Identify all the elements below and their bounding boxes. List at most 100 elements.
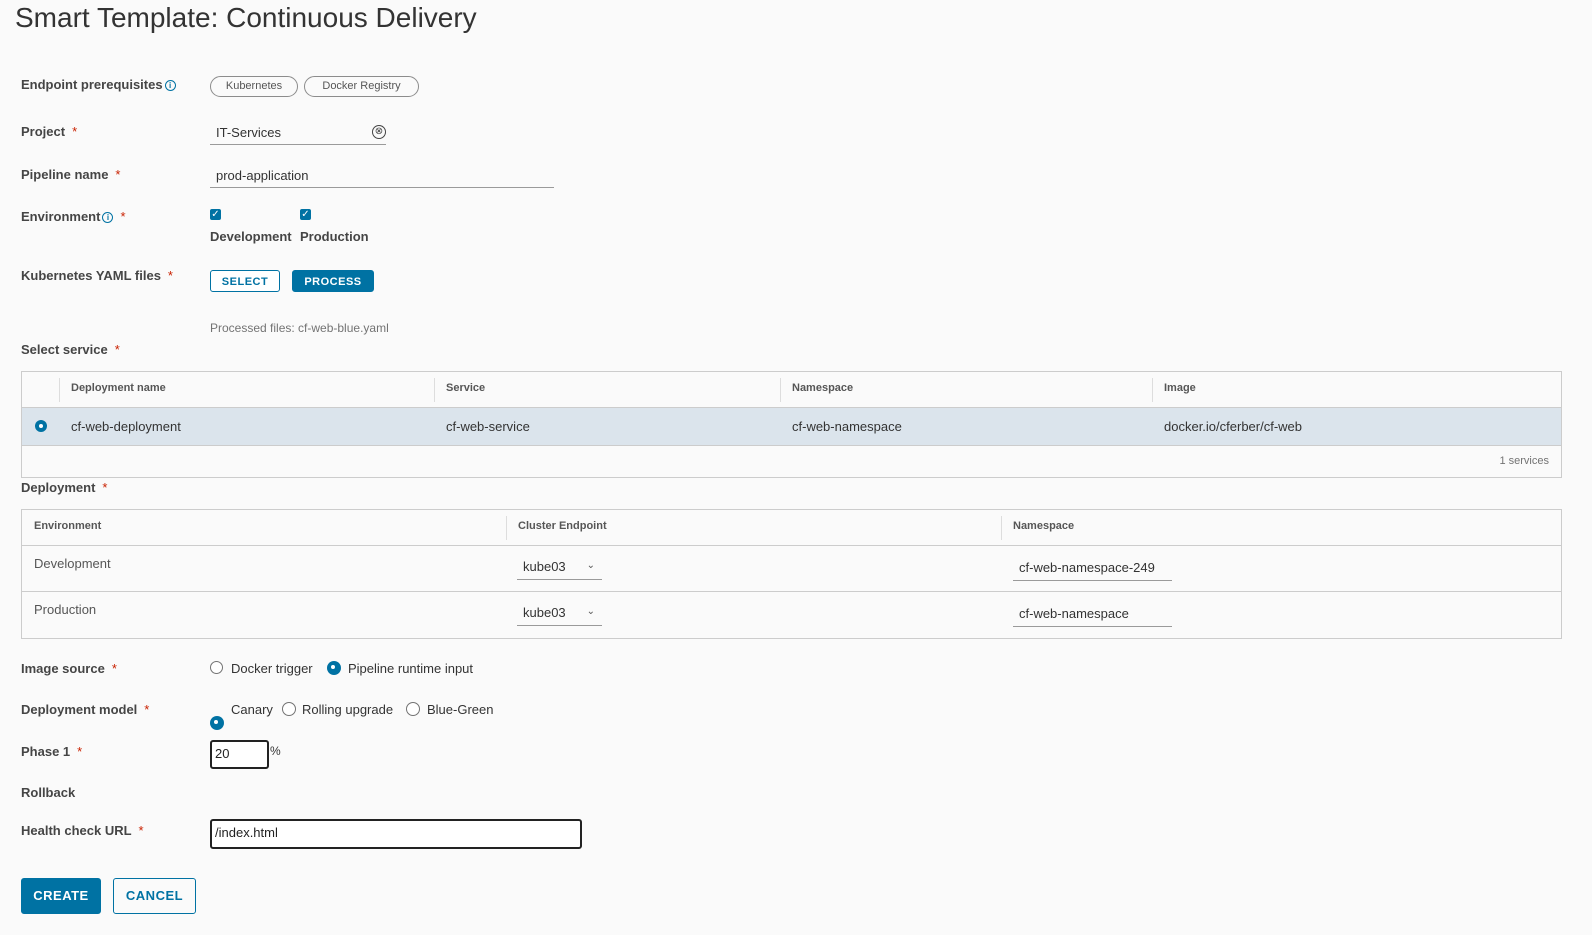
environment-cell: Production <box>34 602 97 617</box>
row-select-radio[interactable] <box>35 420 47 432</box>
pipeline-runtime-input-radio[interactable] <box>327 661 341 675</box>
chevron-down-icon: ⌄ <box>586 560 595 571</box>
column-header-namespace: Namespace <box>1013 520 1075 532</box>
canary-label: Canary <box>231 702 273 717</box>
environment-label-text: Environment <box>21 209 101 224</box>
cluster-endpoint-select[interactable]: kube03 ⌄ <box>517 603 602 626</box>
page-title: Smart Template: Continuous Delivery <box>15 2 477 33</box>
info-icon[interactable]: i <box>102 212 114 224</box>
production-checkbox[interactable]: ✓ <box>300 209 311 220</box>
cluster-endpoint-select[interactable]: kube03 ⌄ <box>517 557 602 580</box>
required-marker: * <box>120 209 126 224</box>
cluster-endpoint-value: kube03 <box>523 605 566 620</box>
select-button[interactable]: SELECT <box>210 270 280 292</box>
process-button[interactable]: PROCESS <box>292 270 374 292</box>
namespace-value: cf-web-namespace-249 <box>1019 560 1155 575</box>
phase1-input[interactable]: 20 <box>210 740 269 769</box>
required-marker: * <box>138 823 144 838</box>
pipeline-name-input[interactable]: prod-application <box>210 164 554 188</box>
endpoint-prerequisites-text: Endpoint prerequisites <box>21 77 163 92</box>
required-marker: * <box>167 268 173 283</box>
required-marker: * <box>77 744 83 759</box>
info-icon[interactable]: i <box>164 80 176 92</box>
namespace-input[interactable]: cf-web-namespace <box>1013 603 1172 627</box>
image-source-label: Image source * <box>21 661 117 676</box>
service-table: Deployment name Service Namespace Image … <box>21 371 1562 478</box>
cluster-endpoint-value: kube03 <box>523 559 566 574</box>
docker-registry-pill: Docker Registry <box>304 76 419 97</box>
rollback-label: Rollback <box>21 785 76 800</box>
column-header-image: Image <box>1164 382 1196 394</box>
namespace-cell: cf-web-namespace <box>792 419 902 434</box>
docker-trigger-radio[interactable] <box>210 661 223 674</box>
deployment-name-cell: cf-web-deployment <box>71 419 181 434</box>
column-separator <box>780 378 781 402</box>
namespace-input[interactable]: cf-web-namespace-249 <box>1013 557 1172 581</box>
environment-label: Environment i * <box>21 209 126 224</box>
pipeline-runtime-input-label: Pipeline runtime input <box>348 661 474 676</box>
development-checkbox-label: Development <box>210 229 292 244</box>
deployment-model-label: Deployment model * <box>21 702 149 717</box>
select-service-label-text: Select service <box>21 342 108 357</box>
column-header-namespace: Namespace <box>792 382 854 394</box>
column-header-deployment-name: Deployment name <box>71 382 166 394</box>
canary-radio[interactable] <box>210 716 224 730</box>
required-marker: * <box>114 342 120 357</box>
processed-files-text: Processed files: cf-web-blue.yaml <box>210 321 389 335</box>
image-cell: docker.io/cferber/cf-web <box>1164 419 1303 434</box>
required-marker: * <box>115 167 121 182</box>
project-value: IT-Services <box>216 125 282 140</box>
project-field[interactable]: IT-Services ⊗ <box>210 121 386 145</box>
production-checkbox-label: Production <box>300 229 369 244</box>
rolling-upgrade-radio[interactable] <box>282 702 296 716</box>
column-header-cluster-endpoint: Cluster Endpoint <box>518 520 607 532</box>
image-source-label-text: Image source <box>21 661 105 676</box>
phase1-value: 20 <box>215 746 230 761</box>
select-service-label: Select service * <box>21 342 120 357</box>
blue-green-label: Blue-Green <box>427 702 494 717</box>
docker-trigger-label: Docker trigger <box>231 661 313 676</box>
chevron-down-icon: ⌄ <box>586 606 595 617</box>
column-header-environment: Environment <box>34 520 102 532</box>
percent-unit: % <box>270 744 281 758</box>
endpoint-prerequisites-label: Endpoint prerequisites i <box>21 77 176 92</box>
cancel-button[interactable]: CANCEL <box>113 878 196 914</box>
deployment-label-text: Deployment <box>21 480 96 495</box>
project-label-text: Project <box>21 124 66 139</box>
health-check-url-value: /index.html <box>215 825 278 840</box>
pipeline-name-label: Pipeline name * <box>21 167 120 182</box>
column-separator <box>59 378 60 402</box>
rolling-upgrade-label: Rolling upgrade <box>302 702 394 717</box>
blue-green-radio[interactable] <box>406 702 420 716</box>
clear-icon[interactable]: ⊗ <box>372 125 386 139</box>
health-check-url-label: Health check URL * <box>21 823 144 838</box>
development-checkbox[interactable]: ✓ <box>210 209 221 220</box>
yaml-files-label: Kubernetes YAML files * <box>21 268 173 283</box>
kubernetes-pill: Kubernetes <box>210 76 298 97</box>
required-marker: * <box>144 702 150 717</box>
service-cell: cf-web-service <box>446 419 530 434</box>
required-marker: * <box>102 480 108 495</box>
column-separator <box>434 378 435 402</box>
health-check-url-input[interactable]: /index.html <box>210 819 582 849</box>
column-separator <box>506 516 507 540</box>
yaml-files-label-text: Kubernetes YAML files <box>21 268 161 283</box>
deployment-table: Environment Cluster Endpoint Namespace D… <box>21 509 1562 639</box>
column-header-service: Service <box>446 382 486 394</box>
table-row: Production kube03 ⌄ cf-web-namespace <box>22 591 1561 639</box>
required-marker: * <box>72 124 78 139</box>
deployment-model-label-text: Deployment model <box>21 702 138 717</box>
required-marker: * <box>111 661 117 676</box>
services-count: 1 services <box>1499 455 1549 467</box>
deployment-label: Deployment * <box>21 480 107 495</box>
pipeline-name-label-text: Pipeline name <box>21 167 109 182</box>
phase1-label: Phase 1 * <box>21 744 82 759</box>
create-button[interactable]: CREATE <box>21 878 101 914</box>
health-check-url-label-text: Health check URL <box>21 823 132 838</box>
project-label: Project * <box>21 124 77 139</box>
table-row: Development kube03 ⌄ cf-web-namespace-24… <box>22 545 1561 592</box>
table-row[interactable]: cf-web-deployment cf-web-service cf-web-… <box>22 407 1561 446</box>
phase1-label-text: Phase 1 <box>21 744 71 759</box>
namespace-value: cf-web-namespace <box>1019 606 1129 621</box>
pipeline-name-value: prod-application <box>216 168 309 183</box>
